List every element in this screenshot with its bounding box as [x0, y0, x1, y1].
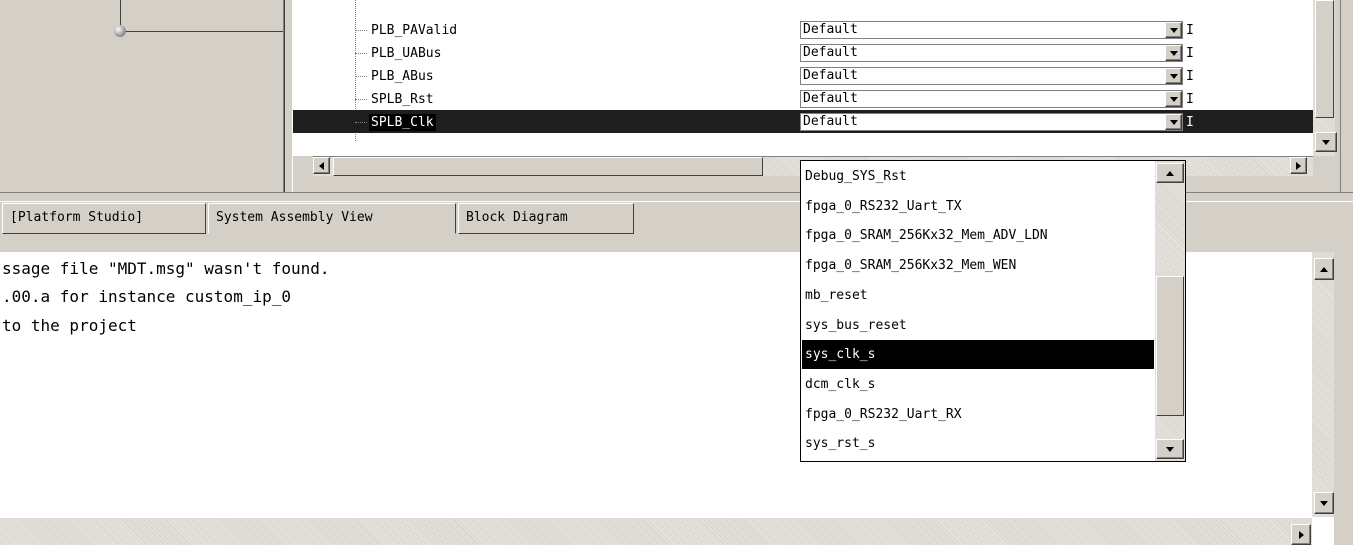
- connector-horizontal-line: [120, 31, 283, 32]
- port-row[interactable]: PLB_ABus Default I: [293, 64, 1313, 87]
- port-name: PLB_PAValid: [371, 23, 458, 38]
- scroll-up-icon[interactable]: [1314, 258, 1334, 280]
- console-vertical-scrollbar[interactable]: [1312, 252, 1334, 517]
- scroll-right-icon[interactable]: [1291, 524, 1311, 545]
- connector-vertical-line: [120, 0, 121, 28]
- console-line: ssage file "MDT.msg" wasn't found.: [2, 259, 330, 278]
- pane-splitter[interactable]: [283, 0, 293, 192]
- dropdown-arrow-icon[interactable]: [1165, 114, 1182, 130]
- dropdown-option[interactable]: Debug_SYS_Rst: [802, 162, 1154, 191]
- console-line: to the project: [2, 316, 137, 335]
- tab-system-assembly-view[interactable]: System Assembly View: [208, 203, 456, 234]
- console-line: .00.a for instance custom_ip_0: [2, 287, 291, 306]
- port-name: PLB_ABus: [371, 69, 434, 84]
- net-select[interactable]: Default: [800, 67, 1183, 85]
- dropdown-option[interactable]: fpga_0_RS232_Uart_TX: [802, 192, 1154, 221]
- scroll-down-icon[interactable]: [1314, 492, 1334, 514]
- port-row[interactable]: SPLB_Rst Default I: [293, 87, 1313, 110]
- net-select-value: Default: [803, 45, 858, 60]
- port-name: PLB_UABus: [371, 46, 442, 61]
- window-right-border: [1340, 0, 1353, 192]
- port-direction: I: [1186, 115, 1194, 130]
- port-row[interactable]: SPLB_Clk Default I: [293, 110, 1313, 133]
- dropdown-arrow-icon[interactable]: [1165, 68, 1182, 84]
- tree-connector: [355, 53, 367, 54]
- dropdown-arrow-icon[interactable]: [1165, 22, 1182, 38]
- net-select[interactable]: Default: [800, 90, 1183, 108]
- dropdown-option[interactable]: dcm_clk_s: [802, 370, 1154, 399]
- scroll-up-icon[interactable]: [1156, 163, 1184, 183]
- port-direction: I: [1186, 23, 1194, 38]
- console-horizontal-scrollbar[interactable]: [0, 517, 1312, 545]
- dropdown-scrollbar-thumb[interactable]: [1156, 276, 1184, 416]
- net-select-value: Default: [803, 91, 858, 106]
- tree-connector: [355, 99, 367, 100]
- port-direction: I: [1186, 46, 1194, 61]
- port-direction: I: [1186, 92, 1194, 107]
- dropdown-option[interactable]: sys_rst_s: [802, 429, 1154, 458]
- net-select[interactable]: Default: [800, 44, 1183, 62]
- signal-dropdown-list[interactable]: Debug_SYS_Rst fpga_0_RS232_Uart_TX fpga_0_…: [800, 160, 1186, 462]
- net-select[interactable]: Default: [800, 21, 1183, 39]
- port-name: SPLB_Clk: [369, 114, 436, 131]
- scroll-down-icon[interactable]: [1315, 132, 1337, 152]
- scroll-left-icon[interactable]: [313, 157, 330, 174]
- port-row[interactable]: PLB_UABus Default I: [293, 41, 1313, 64]
- scroll-right-icon[interactable]: [1290, 157, 1307, 174]
- tab-platform-studio[interactable]: [Platform Studio]: [2, 203, 206, 234]
- diagram-pane: [0, 0, 283, 192]
- hscroll-thumb[interactable]: [333, 157, 763, 176]
- scroll-down-icon[interactable]: [1156, 439, 1184, 459]
- net-select-value: Default: [803, 22, 858, 37]
- tab-block-diagram[interactable]: Block Diagram: [458, 203, 634, 234]
- dropdown-option[interactable]: mb_reset: [802, 281, 1154, 310]
- dropdown-option[interactable]: sys_bus_reset: [802, 311, 1154, 340]
- port-direction: I: [1186, 69, 1194, 84]
- dropdown-option[interactable]: fpga_0_SRAM_256Kx32_Mem_WEN: [802, 251, 1154, 280]
- port-row[interactable]: PLB_PAValid Default I: [293, 18, 1313, 41]
- dropdown-option[interactable]: fpga_0_RS232_Uart_RX: [802, 400, 1154, 429]
- dropdown-option[interactable]: sys_clk_s: [802, 340, 1154, 370]
- window-right-border: [1334, 252, 1353, 545]
- tree-connector: [355, 76, 367, 77]
- tree-connector: [355, 30, 367, 31]
- connector-node-icon: [114, 25, 126, 37]
- scrollbar-thumb[interactable]: [1315, 0, 1334, 118]
- tree-connector: [355, 122, 367, 123]
- port-name: SPLB_Rst: [371, 92, 434, 107]
- ports-grid: PLB_PAValid Default I PLB_UABus Default I PLB_…: [293, 0, 1313, 156]
- net-select-value: Default: [803, 68, 858, 83]
- dropdown-arrow-icon[interactable]: [1165, 45, 1182, 61]
- net-select[interactable]: Default: [800, 113, 1183, 131]
- dropdown-arrow-icon[interactable]: [1165, 91, 1182, 107]
- dropdown-option[interactable]: fpga_0_SRAM_256Kx32_Mem_ADV_LDN: [802, 221, 1154, 250]
- net-select-value: Default: [803, 114, 858, 129]
